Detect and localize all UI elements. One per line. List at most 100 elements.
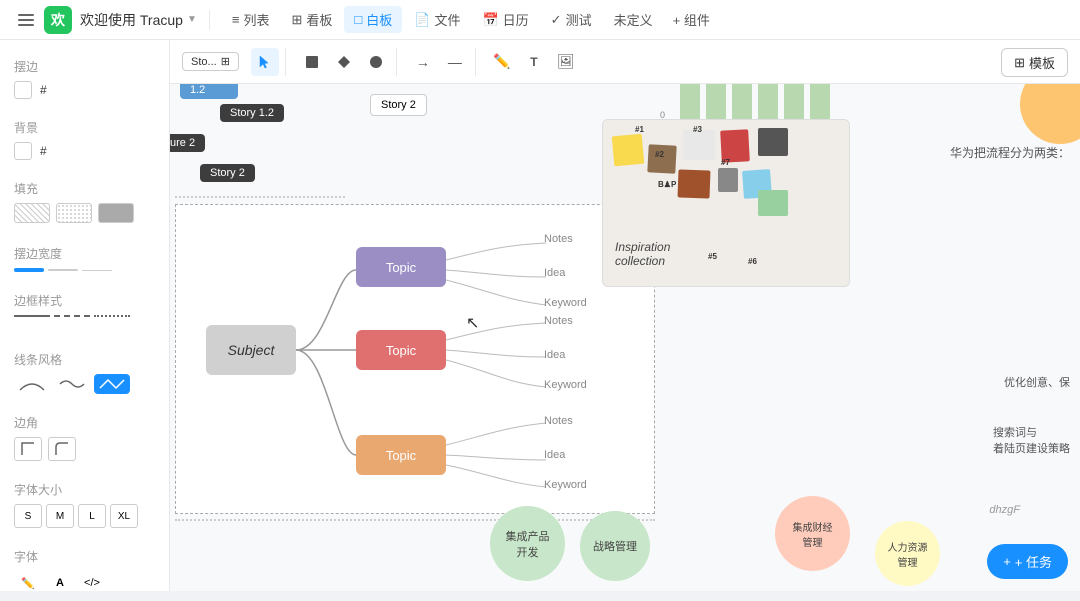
corner-round[interactable] — [48, 437, 76, 461]
border-width-thin[interactable] — [82, 270, 112, 271]
text-tools: ✏️ T 🖼 — [482, 48, 586, 76]
border-width-thick[interactable] — [14, 268, 44, 272]
template-button[interactable]: ⊞ 模板 — [1001, 48, 1068, 77]
fill-options — [14, 203, 155, 223]
border-label: 摆边 — [14, 58, 155, 75]
border-color-preview[interactable] — [14, 81, 32, 99]
nav-item-undefined[interactable]: 未定义 — [604, 6, 663, 33]
topic-box-2[interactable]: Topic — [356, 330, 446, 370]
corner-options — [14, 437, 155, 461]
subject-box[interactable]: Subject — [206, 325, 296, 375]
add-task-button[interactable]: + + 任务 — [987, 544, 1068, 579]
mm-label-idea-2: Idea — [544, 349, 565, 361]
sto-card[interactable]: Sto... ⊞ — [182, 52, 239, 71]
bubble-3[interactable]: 集成财经管理 — [775, 496, 850, 571]
style-dashed[interactable] — [54, 315, 90, 331]
arrow-tool[interactable]: → — [409, 48, 437, 76]
corner-label: 边角 — [14, 414, 155, 431]
line-tools: → — — [403, 48, 476, 76]
border-width-options — [14, 268, 155, 272]
font-size-s[interactable]: S — [14, 504, 42, 528]
line-zigzag[interactable] — [94, 374, 130, 394]
dotted-line-1 — [175, 196, 345, 198]
font-size-xl[interactable]: XL — [110, 504, 138, 528]
template-icon: ⊞ — [1014, 55, 1025, 71]
sticky-2 — [647, 144, 676, 173]
sticky-1 — [612, 134, 645, 167]
plus-icon: + — [1003, 554, 1011, 569]
bubble-1[interactable]: 集成产品开发 — [490, 506, 565, 581]
border-width-section: 摆边宽度 — [0, 239, 169, 286]
num-bp: B♟P — [658, 180, 676, 189]
rect-tool[interactable] — [298, 48, 326, 76]
fill-dots[interactable] — [56, 203, 92, 223]
story-node-3[interactable]: Story 2 — [200, 164, 255, 182]
pencil-tool[interactable]: ✏️ — [488, 48, 516, 76]
list-icon: ≡ — [232, 12, 240, 27]
line-tool[interactable]: — — [441, 48, 469, 76]
line-curve[interactable] — [14, 374, 50, 394]
mm-label-idea-1: Idea — [544, 267, 565, 279]
diamond-tool[interactable] — [330, 48, 358, 76]
num-2: #2 — [655, 150, 664, 159]
border-style-label: 边框样式 — [14, 292, 155, 309]
files-icon: 📄 — [414, 12, 430, 28]
topic-box-1[interactable]: Topic — [356, 247, 446, 287]
background-section: 背景 # — [0, 113, 169, 174]
select-tool[interactable] — [251, 48, 279, 76]
mindmap-container: Subject Topic Topic Topic Notes Idea Key… — [175, 204, 655, 514]
nav-item-files[interactable]: 📄 文件 — [404, 6, 470, 33]
num-6: #6 — [748, 257, 757, 266]
background-color-input[interactable]: # — [40, 144, 120, 158]
topic-box-3[interactable]: Topic — [356, 435, 446, 475]
font-tool-code[interactable]: </> — [78, 571, 106, 595]
font-tool-text[interactable]: A — [46, 571, 74, 595]
font-size-m[interactable]: M — [46, 504, 74, 528]
nav-item-calendar[interactable]: 📅 日历 — [472, 6, 538, 33]
inspiration-card[interactable]: Inspirationcollection #1 #2 #3 B♟P #7 #5… — [602, 119, 850, 287]
corner-sharp[interactable] — [14, 437, 42, 461]
bubble-2[interactable]: 战略管理 — [580, 511, 650, 581]
num-3: #3 — [693, 125, 702, 134]
right-text-1: 华为把流程分为两类： — [950, 144, 1070, 161]
fill-lines[interactable] — [14, 203, 50, 223]
nav-item-board[interactable]: ⊞ 看板 — [281, 6, 342, 33]
image-tool[interactable]: 🖼 — [552, 48, 580, 76]
background-color-preview[interactable] — [14, 142, 32, 160]
sticky-6 — [678, 169, 711, 198]
style-solid[interactable] — [14, 315, 50, 331]
story-node-2[interactable]: Story 1.2 — [220, 104, 284, 122]
border-style-section: 边框样式 — [0, 286, 169, 345]
mm-label-keyword-1: Keyword — [544, 297, 587, 309]
left-sidebar: 摆边 # 背景 # 填充 摆边宽度 边框样式 — [0, 40, 170, 591]
border-color-input[interactable]: # — [40, 83, 120, 97]
line-wave[interactable] — [54, 374, 90, 394]
num-5: #5 — [708, 252, 717, 261]
calendar-icon: 📅 — [482, 12, 498, 28]
mm-label-keyword-3: Keyword — [544, 479, 587, 491]
sidebar-toggle[interactable] — [12, 6, 40, 34]
sticky-3 — [683, 130, 715, 160]
card-icon: ⊞ — [221, 55, 230, 68]
line-style-label: 线条风格 — [14, 351, 155, 368]
border-width-medium[interactable] — [48, 269, 78, 271]
mm-label-keyword-2: Keyword — [544, 379, 587, 391]
story2-card[interactable]: Story 2 — [370, 94, 427, 116]
nav-item-whiteboard[interactable]: □ 白板 — [344, 6, 402, 33]
circle-tool[interactable] — [362, 48, 390, 76]
font-tool-edit[interactable]: ✏️ — [14, 571, 42, 595]
border-style-options — [14, 315, 155, 331]
num-7: #7 — [721, 158, 730, 167]
nav-item-list[interactable]: ≡ 列表 — [222, 6, 280, 33]
corner-section: 边角 — [0, 408, 169, 475]
nav-item-test[interactable]: ✓ 测试 — [541, 6, 602, 33]
nav-plus-button[interactable]: + 组件 — [665, 6, 718, 33]
feature-node-1[interactable]: Feature 1.2 — [180, 84, 238, 99]
top-toolbar: Sto... ⊞ → — ✏️ T 🖼 — [170, 40, 1080, 84]
feature-node-2[interactable]: ure 2 — [170, 134, 205, 152]
text-tool[interactable]: T — [520, 48, 548, 76]
fill-solid[interactable] — [98, 203, 134, 223]
font-size-l[interactable]: L — [78, 504, 106, 528]
bubble-4[interactable]: 人力资源管理 — [875, 521, 940, 586]
style-dotted[interactable] — [94, 315, 130, 331]
